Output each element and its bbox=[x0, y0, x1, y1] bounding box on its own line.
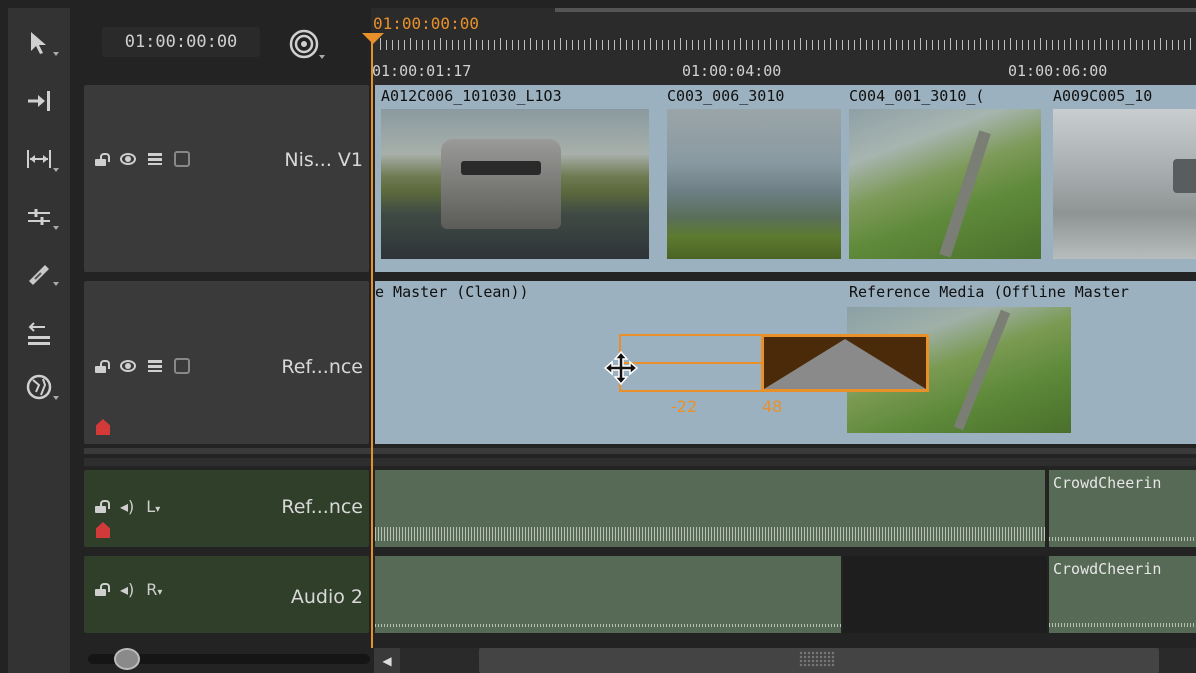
lock-icon[interactable] bbox=[94, 583, 110, 596]
speaker-icon[interactable]: ◂) bbox=[120, 497, 134, 516]
clip-thumbnail bbox=[849, 109, 1041, 259]
audio-clip[interactable] bbox=[375, 470, 1045, 547]
video-audio-divider[interactable] bbox=[84, 448, 1196, 454]
target-icon[interactable] bbox=[286, 27, 326, 61]
scroll-left-button[interactable]: ◀ bbox=[374, 648, 400, 673]
lock-icon[interactable] bbox=[94, 152, 110, 166]
clip-thumbnail bbox=[1053, 109, 1196, 259]
video-clip[interactable]: A012C006_101030_L1O3 bbox=[377, 85, 659, 272]
ruler-top-strip bbox=[555, 8, 1196, 12]
track-header-video-2[interactable]: Ref...nce bbox=[84, 281, 369, 444]
playhead-line[interactable] bbox=[371, 40, 373, 648]
zoom-slider-handle[interactable] bbox=[114, 648, 140, 670]
globe-tool-icon[interactable] bbox=[22, 372, 59, 402]
offset-value-right: 48 bbox=[762, 397, 783, 416]
track-name: Ref...nce bbox=[281, 356, 363, 378]
divider-strip bbox=[84, 458, 1196, 466]
razor-tool-icon[interactable] bbox=[22, 258, 59, 288]
track-name: Ref...nce bbox=[281, 496, 363, 518]
tool-palette bbox=[8, 8, 70, 673]
transform-handle[interactable] bbox=[761, 334, 929, 392]
slip-tool-icon[interactable] bbox=[22, 144, 59, 174]
track-name: Nis... V1 bbox=[284, 149, 363, 171]
database-icon[interactable] bbox=[174, 358, 190, 374]
scrollbar-grip-icon bbox=[799, 651, 835, 667]
track-name: Audio 2 bbox=[290, 586, 363, 608]
playhead-time: 01:00:00:00 bbox=[373, 14, 479, 33]
playhead-handle[interactable] bbox=[362, 33, 384, 44]
database-icon[interactable] bbox=[174, 151, 190, 167]
offset-value-left: -22 bbox=[671, 397, 698, 416]
trim-tool-icon[interactable] bbox=[22, 202, 59, 232]
speaker-icon[interactable]: ◂) bbox=[120, 580, 134, 599]
video-clip[interactable]: C004_001_3010_( bbox=[845, 85, 1045, 272]
channel-selector[interactable]: R▾ bbox=[146, 580, 162, 599]
ruler-label: 01:00:01:17 bbox=[372, 62, 472, 80]
tag-icon[interactable] bbox=[96, 419, 110, 435]
video-clip[interactable]: C003_006_3010 bbox=[663, 85, 841, 272]
clip-thumbnail bbox=[381, 109, 649, 259]
move-cursor-icon bbox=[603, 350, 639, 386]
ruler-label: 01:00:06:00 bbox=[1008, 62, 1108, 80]
transform-offset-line bbox=[619, 362, 761, 364]
eye-icon[interactable] bbox=[120, 153, 136, 165]
track-select-tool-icon[interactable] bbox=[22, 86, 56, 116]
track-header-video-1[interactable]: Nis... V1 bbox=[84, 85, 369, 272]
ruler-major-ticks bbox=[380, 38, 1196, 50]
audio-clip[interactable] bbox=[375, 556, 841, 633]
layers-icon[interactable] bbox=[148, 360, 162, 372]
audio-gap bbox=[843, 556, 1047, 633]
track-header-audio-1[interactable]: ◂) L▾ Ref...nce bbox=[84, 470, 369, 547]
clip-thumbnail bbox=[667, 109, 841, 259]
lock-icon[interactable] bbox=[94, 359, 110, 373]
audio-clip[interactable]: CrowdCheerin bbox=[1049, 470, 1196, 547]
track-header-audio-2[interactable]: ◂) R▾ Audio 2 bbox=[84, 556, 369, 633]
eye-icon[interactable] bbox=[120, 360, 136, 372]
channel-selector[interactable]: L▾ bbox=[146, 497, 160, 516]
video-clip[interactable]: A009C005_10 bbox=[1049, 85, 1196, 272]
layers-icon[interactable] bbox=[148, 153, 162, 165]
audio-clip[interactable]: CrowdCheerin bbox=[1049, 556, 1196, 633]
lock-icon[interactable] bbox=[94, 500, 110, 513]
ruler-label: 01:00:04:00 bbox=[682, 62, 782, 80]
select-tool-icon[interactable] bbox=[22, 28, 59, 58]
timecode-display[interactable]: 01:00:00:00 bbox=[102, 27, 260, 57]
tag-icon[interactable] bbox=[96, 522, 110, 538]
nudge-tool-icon[interactable] bbox=[22, 318, 56, 348]
